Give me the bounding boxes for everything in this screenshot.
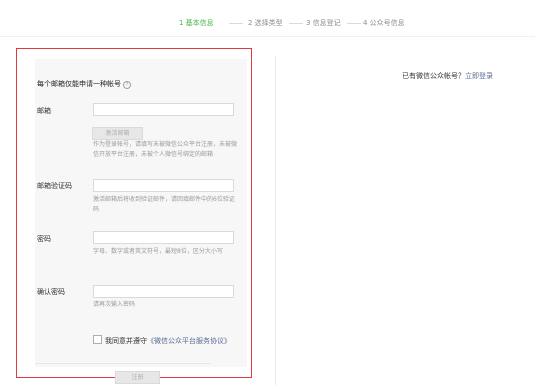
verification-code-field[interactable] <box>93 179 234 192</box>
password-hint: 字母、数字或者英文符号，最短8位，区分大小写 <box>93 248 223 255</box>
registration-form-highlight: 每个邮箱仅能申请一种帐号? 邮箱 激活邮箱 作为登录帐号，请填写未被微信公众平台… <box>16 48 252 384</box>
form-title-text: 每个邮箱仅能申请一种帐号 <box>37 80 121 88</box>
step-info-register: 3 信息登记 <box>306 19 341 27</box>
login-link[interactable]: 立即登录 <box>465 72 493 80</box>
login-prompt: 已有微信公众帐号？立即登录 <box>402 71 493 81</box>
service-agreement-link[interactable]: 《微信公众平台服务协议》 <box>147 337 231 345</box>
email-hint: 作为登录帐号，请填写未被微信公众平台注册，未被微信开放平台注册，未被个人微信号绑… <box>93 141 238 158</box>
login-prompt-text: 已有微信公众帐号？ <box>402 72 465 80</box>
step-select-type: 2 选择类型 <box>248 19 283 27</box>
agreement-checkbox[interactable] <box>93 335 102 344</box>
verification-code-label: 邮箱验证码 <box>37 182 72 190</box>
email-label: 邮箱 <box>37 107 51 115</box>
step-account-info: 4 公众号信息 <box>363 19 405 27</box>
header-divider <box>0 36 535 37</box>
password-label: 密码 <box>37 235 51 243</box>
step-indicator: 1 基本信息 2 选择类型 3 信息登记 4 公众号信息 <box>0 14 535 30</box>
help-icon[interactable]: ? <box>123 81 131 89</box>
form-divider <box>35 363 211 364</box>
email-field[interactable] <box>93 103 234 116</box>
column-divider <box>275 56 276 385</box>
confirm-password-hint: 请再次输入密码 <box>93 301 136 308</box>
activate-email-button[interactable]: 激活邮箱 <box>92 127 143 140</box>
registration-form: 每个邮箱仅能申请一种帐号? 邮箱 激活邮箱 作为登录帐号，请填写未被微信公众平台… <box>35 59 247 384</box>
verification-code-hint: 激活邮箱后将收到验证邮件，请回填邮件中的6位验证码 <box>93 196 235 213</box>
agreement-row: 我同意并遵守《微信公众平台服务协议》 <box>93 335 231 346</box>
password-field[interactable] <box>93 231 234 244</box>
confirm-password-field[interactable] <box>93 285 234 298</box>
agreement-text: 我同意并遵守 <box>105 337 147 345</box>
step-separator <box>229 23 243 24</box>
step-separator <box>347 23 361 24</box>
step-basic-info: 1 基本信息 <box>179 19 214 27</box>
form-title: 每个邮箱仅能申请一种帐号? <box>37 79 131 89</box>
register-button[interactable]: 注册 <box>115 371 160 384</box>
step-separator <box>289 23 303 24</box>
confirm-password-label: 确认密码 <box>37 288 65 296</box>
